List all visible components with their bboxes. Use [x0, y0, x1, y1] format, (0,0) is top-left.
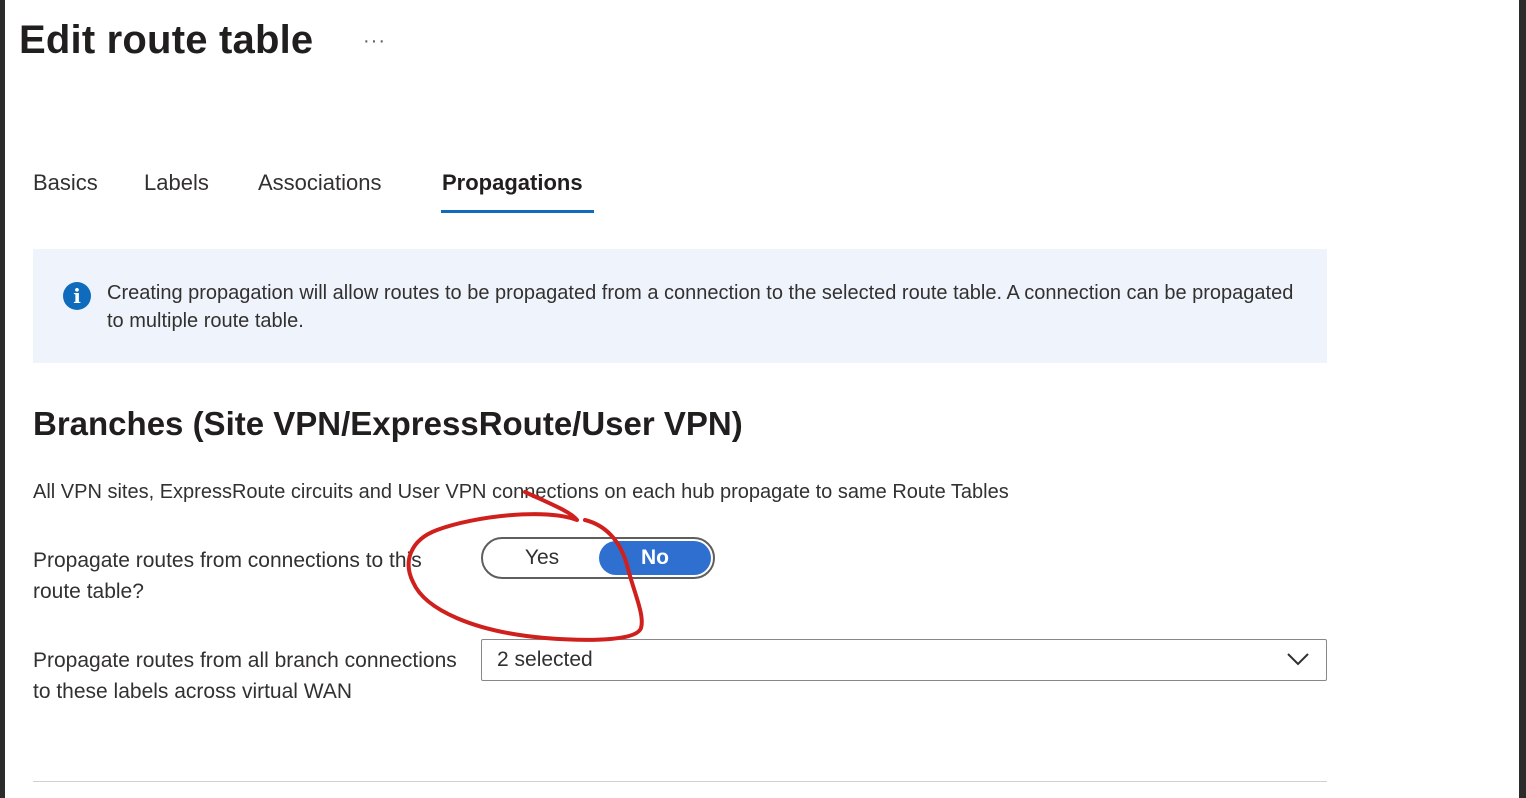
more-options-icon[interactable]: ···: [363, 30, 386, 53]
toggle-option-yes[interactable]: Yes: [485, 541, 599, 575]
section-divider: [33, 781, 1327, 782]
tab-labels[interactable]: Labels: [144, 170, 209, 208]
info-icon: i: [63, 282, 91, 310]
labels-dropdown[interactable]: 2 selected: [481, 639, 1327, 681]
info-banner-text: Creating propagation will allow routes t…: [107, 282, 1294, 332]
edit-route-table-blade: Edit route table ··· Basics Labels Assoc…: [5, 0, 1519, 798]
info-banner: i Creating propagation will allow routes…: [33, 249, 1327, 363]
tab-associations[interactable]: Associations: [258, 170, 382, 208]
chevron-down-icon: [1287, 653, 1309, 666]
section-description: All VPN sites, ExpressRoute circuits and…: [33, 481, 1009, 503]
propagate-routes-label: Propagate routes from connections to thi…: [33, 549, 422, 603]
labels-dropdown-value: 2 selected: [497, 648, 593, 671]
active-tab-indicator: [441, 210, 594, 213]
page-title: Edit route table: [19, 18, 314, 62]
propagate-labels-label: Propagate routes from all branch connect…: [33, 649, 457, 703]
window-edge: [1519, 0, 1526, 798]
section-heading-branches: Branches (Site VPN/ExpressRoute/User VPN…: [33, 405, 743, 442]
tab-propagations[interactable]: Propagations: [442, 170, 583, 208]
toggle-option-no[interactable]: No: [599, 541, 711, 575]
tab-basics[interactable]: Basics: [33, 170, 98, 208]
propagate-routes-toggle[interactable]: Yes No: [481, 537, 715, 579]
